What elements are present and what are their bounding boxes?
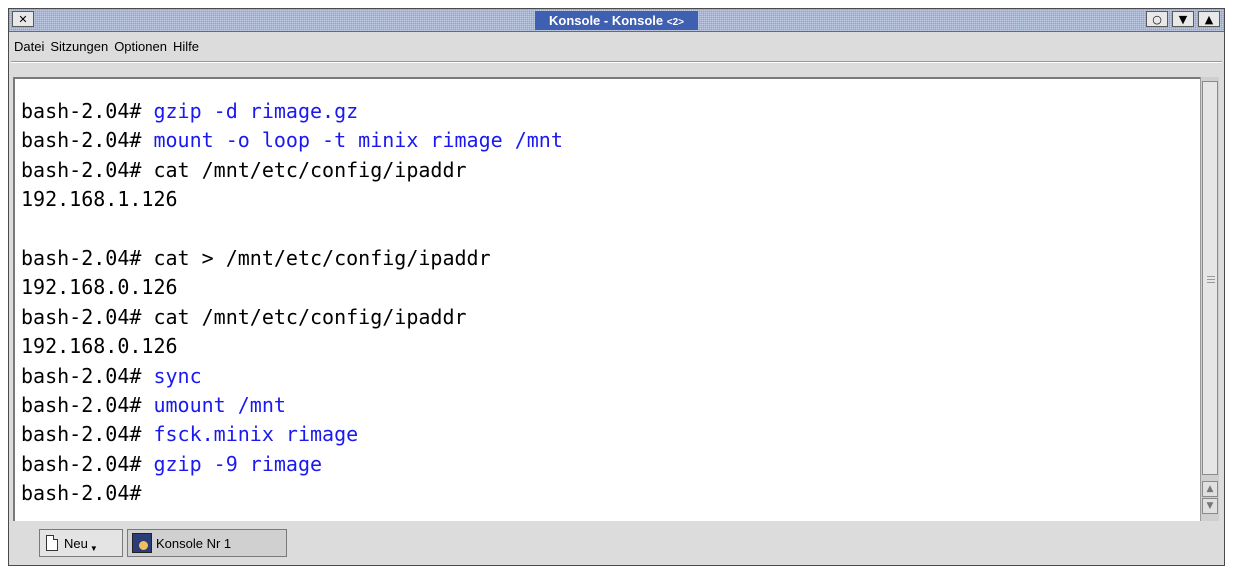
title-bar[interactable]: ✕ Konsole - Konsole <2> ○ ▼ ▲	[9, 9, 1224, 32]
shell-prompt: bash-2.04#	[21, 481, 142, 506]
menu-optionen[interactable]: Optionen	[111, 39, 170, 54]
maximize-icon[interactable]: ▲	[1198, 11, 1220, 27]
command-output: 192.168.1.126	[21, 187, 178, 212]
command-output: 192.168.0.126	[21, 275, 178, 300]
menu-datei[interactable]: Datei	[11, 39, 47, 54]
scrollbar-grip	[1207, 282, 1215, 283]
konsole-icon	[132, 533, 152, 553]
shell-command: gzip -9 rimage	[141, 451, 323, 476]
terminal-line: 192.168.0.126	[21, 273, 563, 302]
scrollbar-grip	[1207, 276, 1215, 277]
shell-prompt: bash-2.04#	[21, 245, 142, 270]
session-tab-bar: Neu ▼ Konsole Nr 1	[13, 527, 1220, 559]
terminal-line: bash-2.04# fsck.minix rimage	[21, 420, 563, 449]
shell-prompt: bash-2.04#	[21, 392, 142, 417]
sticky-icon[interactable]: ○	[1146, 11, 1168, 27]
vertical-scrollbar[interactable]: ▲ ▼	[1200, 77, 1219, 521]
shell-command: mount -o loop -t minix rimage /mnt	[141, 128, 563, 153]
shell-prompt: bash-2.04#	[21, 451, 142, 476]
new-session-button[interactable]: Neu ▼	[39, 529, 123, 557]
terminal-line: bash-2.04# gzip -d rimage.gz	[21, 97, 563, 126]
terminal-line: bash-2.04# cat /mnt/etc/config/ipaddr	[21, 303, 563, 332]
window-title: Konsole - Konsole <2>	[535, 10, 698, 30]
shell-command: umount /mnt	[141, 392, 286, 417]
shell-prompt: bash-2.04#	[21, 363, 142, 388]
command-output: 192.168.0.126	[21, 334, 178, 359]
shell-prompt: bash-2.04#	[21, 99, 142, 123]
scroll-up-icon[interactable]: ▲	[1202, 481, 1218, 497]
new-document-icon	[46, 535, 58, 551]
terminal-line: bash-2.04# cat > /mnt/etc/config/ipaddr	[21, 244, 563, 273]
menu-hilfe[interactable]: Hilfe	[170, 39, 202, 54]
shell-command: sync	[141, 363, 202, 388]
terminal-line: 192.168.0.126	[21, 332, 563, 361]
shell-prompt: bash-2.04#	[21, 422, 142, 447]
scrollbar-thumb[interactable]	[1202, 81, 1218, 475]
shell-command: gzip -d rimage.gz	[141, 99, 359, 123]
terminal-output: bash-2.04# gzip -d rimage.gz bash-2.04# m…	[21, 97, 563, 508]
shell-command: fsck.minix rimage	[141, 422, 359, 447]
tab-konsole-nr-1[interactable]: Konsole Nr 1	[127, 529, 287, 557]
shell-command: cat > /mnt/etc/config/ipaddr	[141, 245, 491, 270]
window-title-suffix: <2>	[666, 16, 684, 28]
terminal-line: bash-2.04#	[21, 479, 563, 508]
title-wrap: Konsole - Konsole <2>	[9, 9, 1224, 31]
shell-prompt: bash-2.04#	[21, 128, 142, 153]
shell-prompt: bash-2.04#	[21, 304, 142, 329]
terminal-area[interactable]: bash-2.04# gzip -d rimage.gz bash-2.04# m…	[13, 77, 1200, 521]
terminal-line: bash-2.04# gzip -9 rimage	[21, 450, 563, 479]
menu-bar: Datei Sitzungen Optionen Hilfe	[11, 33, 1222, 59]
terminal-line: bash-2.04# sync	[21, 362, 563, 391]
shell-prompt: bash-2.04#	[21, 157, 142, 182]
terminal-line: bash-2.04# mount -o loop -t minix rimage…	[21, 126, 563, 155]
scrollbar-grip	[1207, 279, 1215, 280]
terminal-line: bash-2.04# cat /mnt/etc/config/ipaddr	[21, 156, 563, 185]
minimize-icon[interactable]: ▼	[1172, 11, 1194, 27]
new-session-label: Neu	[64, 535, 88, 551]
terminal-line: bash-2.04# umount /mnt	[21, 391, 563, 420]
menu-separator	[11, 61, 1222, 63]
scroll-down-icon[interactable]: ▼	[1202, 498, 1218, 514]
konsole-window: ✕ Konsole - Konsole <2> ○ ▼ ▲ Datei Sitz…	[8, 8, 1225, 566]
window-title-text: Konsole - Konsole	[549, 12, 664, 28]
terminal-line: 192.168.1.126	[21, 185, 563, 214]
menu-sitzungen[interactable]: Sitzungen	[47, 39, 111, 54]
shell-command: cat /mnt/etc/config/ipaddr	[141, 304, 467, 329]
dropdown-arrow-icon[interactable]: ▼	[90, 544, 98, 553]
session-tab-label: Konsole Nr 1	[156, 535, 232, 551]
shell-command: cat /mnt/etc/config/ipaddr	[141, 157, 467, 182]
